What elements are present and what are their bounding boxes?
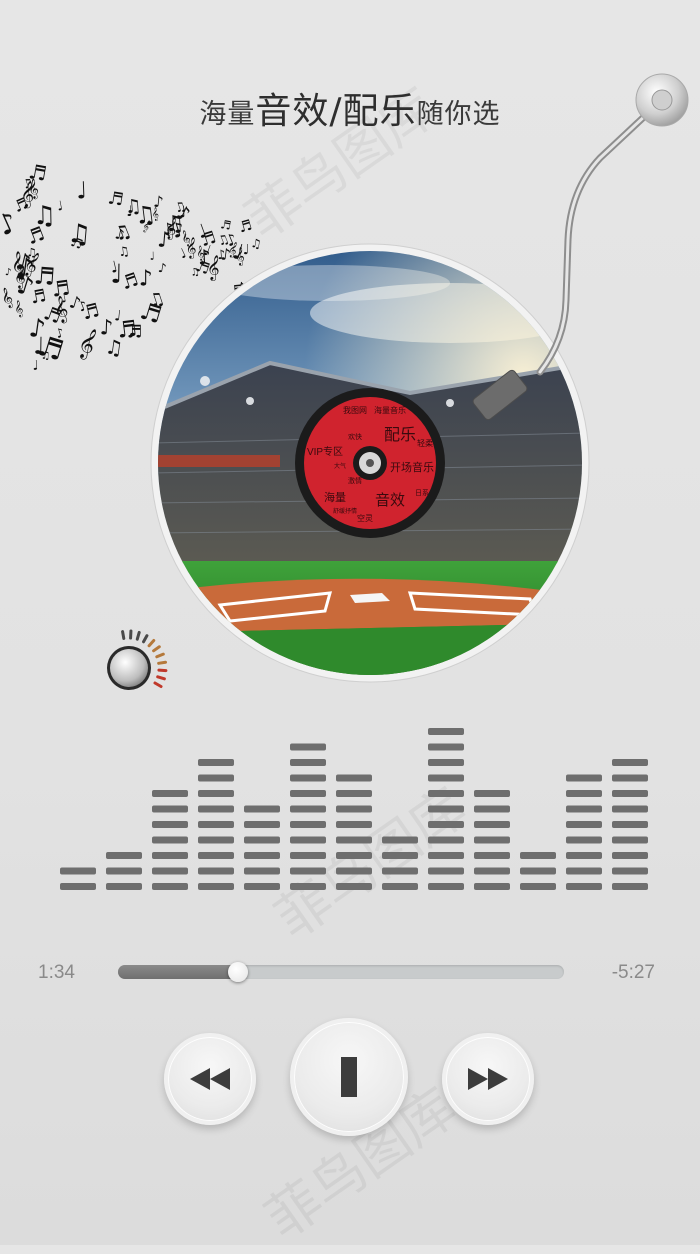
record-label-text: 轻柔 (417, 438, 433, 448)
play-pause-button[interactable] (290, 1018, 408, 1136)
equalizer-bar (428, 728, 464, 890)
record-label-text: 日系 (415, 488, 429, 497)
music-note-icon: 𝄞 (13, 300, 26, 319)
music-note-icon: ♩ (76, 177, 88, 204)
record-label-text: 激情 (348, 476, 362, 485)
equalizer (0, 720, 700, 900)
record-label-text: 开场音乐 (390, 460, 434, 474)
record-label-text: 配乐 (384, 426, 416, 444)
music-note-icon: ♫ (117, 243, 130, 259)
record-label-text: 舒缓抒情 (333, 507, 357, 515)
equalizer-bar (520, 852, 556, 890)
equalizer-bar (106, 852, 142, 890)
record-label-text: 海量音乐 (374, 405, 406, 415)
tonearm-pivot[interactable] (636, 74, 688, 126)
pause-icon (341, 1057, 357, 1097)
title-part-3: 随你选 (417, 99, 501, 130)
progress-fill (118, 965, 238, 979)
volume-knob[interactable] (100, 610, 190, 700)
progress-thumb[interactable] (228, 962, 248, 982)
music-note-icon: ♬ (106, 188, 125, 210)
record-label-text: 我图网 (343, 405, 367, 415)
music-note-icon: 𝄞 (74, 325, 101, 362)
equalizer-bar (198, 759, 234, 890)
record-label-text: 空灵 (357, 513, 373, 523)
equalizer-bar (244, 806, 280, 891)
equalizer-bar (612, 759, 648, 890)
elapsed-time: 1:34 (38, 962, 75, 984)
music-note-icon: ♪ (4, 267, 12, 279)
remaining-time: -5:27 (612, 962, 655, 984)
equalizer-bar (290, 744, 326, 891)
fast-forward-icon (466, 1066, 510, 1092)
rewind-button[interactable] (164, 1033, 256, 1125)
equalizer-bar (60, 868, 96, 891)
vinyl-record[interactable]: 我图网海量音乐配乐轻柔 VIP专区大气激情 开场音乐音效 海量空灵舒缓抒情 日系 欢快 (150, 243, 590, 683)
record-label-text: 欢快 (348, 432, 362, 441)
record-label-text: 大气 (334, 462, 346, 470)
album-art: 我图网海量音乐配乐轻柔 VIP专区大气激情 开场音乐音效 海量空灵舒缓抒情 日系 欢快 (150, 243, 590, 683)
equalizer-bar (152, 790, 188, 890)
equalizer-bar (474, 790, 510, 890)
record-label-text: 海量 (324, 490, 346, 504)
forward-button[interactable] (442, 1033, 534, 1125)
equalizer-bar (566, 775, 602, 891)
progress-slider[interactable] (118, 965, 564, 979)
record-label-text: VIP专区 (307, 445, 343, 458)
equalizer-bar (382, 837, 418, 891)
equalizer-bar (336, 775, 372, 891)
record-label-text: 音效 (375, 492, 405, 509)
music-note-icon: ♩ (56, 199, 65, 215)
music-note-icon: ♪ (153, 193, 165, 212)
music-note-icon: ♫ (124, 195, 142, 218)
music-note-icon: ♪ (99, 314, 113, 339)
rewind-icon (188, 1066, 232, 1092)
music-note-icon: ♬ (27, 159, 49, 186)
music-note-icon: ♬ (33, 262, 56, 291)
music-note-icon: ♬ (237, 217, 254, 237)
